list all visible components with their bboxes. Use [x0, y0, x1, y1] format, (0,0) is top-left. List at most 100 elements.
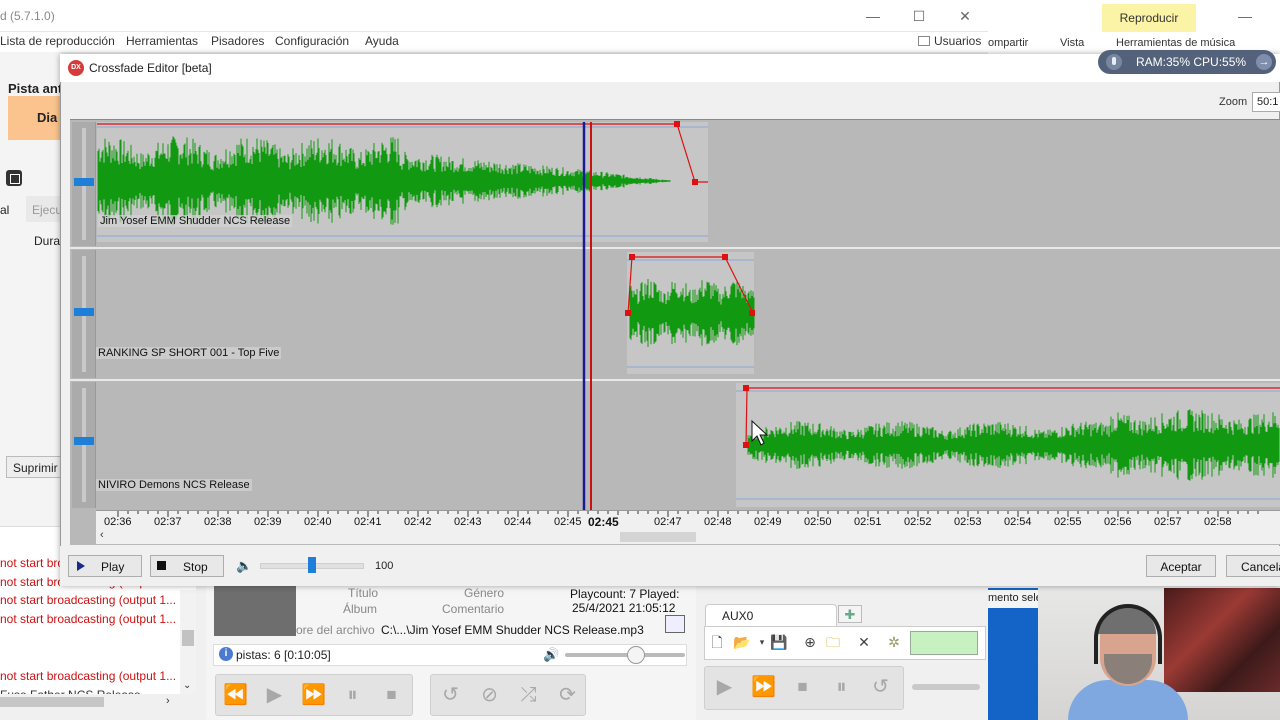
ribbon-tab-share[interactable]: ompartir	[988, 37, 1028, 49]
day-button[interactable]: Dia	[8, 96, 62, 140]
player-volume-knob[interactable]	[627, 646, 645, 664]
play-button-label: Play	[101, 560, 125, 574]
aux-stop-icon[interactable]: ⏹	[783, 667, 822, 707]
microphone-icon[interactable]	[1106, 54, 1122, 70]
aux-fast-forward-icon[interactable]: ⏩	[744, 667, 783, 707]
add-tab-icon[interactable]: ✚	[838, 605, 862, 623]
open-folder-icon[interactable]: 📂	[732, 632, 752, 652]
log-hscrollbar[interactable]	[0, 694, 180, 710]
ruler-tick-label: 02:58	[1204, 516, 1232, 528]
waveform-canvas[interactable]	[70, 119, 1280, 511]
cancel-button[interactable]: Cancela	[1226, 555, 1280, 577]
delete-button[interactable]: Suprimir	[6, 456, 64, 478]
ruler-tick-label: 02:37	[154, 516, 182, 528]
menu-playlist[interactable]: Lista de reproducción	[0, 34, 115, 48]
playcount-text: Playcount: 7 Played:	[570, 587, 680, 601]
user-icon	[918, 36, 930, 46]
tracks-count-text: pistas: 6 [0:10:05]	[236, 648, 331, 662]
users-button[interactable]: Usuarios	[918, 34, 981, 48]
ruler-tick-label: 02:38	[204, 516, 232, 528]
app-logo-icon: DX	[68, 60, 84, 76]
envelope-point[interactable]	[692, 179, 698, 185]
envelope-point[interactable]	[629, 254, 635, 260]
speaker-icon[interactable]: 🔈	[236, 558, 252, 574]
menu-help[interactable]: Ayuda	[365, 34, 399, 48]
stop-icon	[157, 561, 166, 570]
minimize-icon[interactable]: —	[862, 6, 884, 26]
stop-button[interactable]: Stop	[150, 555, 224, 577]
accept-button[interactable]: Aceptar	[1146, 555, 1216, 577]
ribbon-tab-view[interactable]: Vista	[1060, 37, 1084, 49]
ruler-tick-label: 02:50	[804, 516, 832, 528]
scrollbar-thumb[interactable]	[620, 532, 696, 542]
aux-volume-slider[interactable]	[912, 684, 980, 690]
ruler-tick-label: 02:40	[304, 516, 332, 528]
ruler-tick-label: 02:44	[504, 516, 532, 528]
chevron-left-icon[interactable]: ‹	[100, 529, 104, 541]
loop-icon[interactable]: ↺	[431, 675, 470, 715]
menu-jingles[interactable]: Pisadores	[211, 34, 264, 48]
aux-loop-icon[interactable]: ↺	[861, 667, 900, 707]
zoom-label: Zoom	[1219, 96, 1248, 108]
aux-transport: ▶ ⏩ ⏹ ⏸ ↺	[704, 666, 904, 710]
zoom-select[interactable]: 50:1	[1252, 92, 1280, 112]
main-transport: ⏪ ▶ ⏩ ⏸ ⏹	[215, 674, 413, 716]
menu-settings[interactable]: Configuración	[275, 34, 349, 48]
record-icon[interactable]	[6, 170, 22, 186]
settings-icon[interactable]: ✲	[884, 632, 904, 652]
webcam-overlay	[1038, 582, 1280, 720]
add-track-icon[interactable]: ⊕	[800, 632, 820, 652]
envelope-point[interactable]	[749, 310, 755, 316]
volume-slider-knob[interactable]	[308, 557, 316, 573]
chevron-down-icon[interactable]: ⌄	[183, 680, 191, 691]
add-folder-icon[interactable]: 🗀	[823, 632, 843, 652]
log-scrollbar[interactable]	[180, 590, 196, 694]
duration-column-header: Dura	[34, 234, 61, 248]
player-volume-slider[interactable]	[565, 653, 685, 657]
waveform-track-2	[629, 279, 755, 347]
envelope-point[interactable]	[674, 121, 680, 127]
aux-play-icon[interactable]: ▶	[705, 667, 744, 707]
rewind-icon[interactable]: ⏪	[216, 675, 255, 715]
waveform-path	[747, 409, 1280, 481]
clear-icon[interactable]: ✕	[854, 632, 874, 652]
ruler-tick-label: 02:57	[1154, 516, 1182, 528]
clip-label-track-3: NIVIRO Demons NCS Release	[96, 479, 252, 491]
envelope-point[interactable]	[625, 310, 631, 316]
volume-value: 100	[375, 560, 394, 572]
save-icon[interactable]: 💾	[769, 632, 789, 652]
envelope-point[interactable]	[743, 442, 749, 448]
arrow-right-icon[interactable]: →	[1256, 54, 1272, 70]
fast-forward-icon[interactable]: ⏩	[294, 675, 333, 715]
stop-icon[interactable]: ⏹	[372, 675, 411, 715]
main-title-bar	[0, 0, 988, 32]
clip-label-track-1: Jim Yosef EMM Shudder NCS Release	[98, 215, 293, 227]
tab-aux0[interactable]: AUX0	[705, 604, 837, 626]
play-button[interactable]: Play	[68, 555, 142, 577]
menu-tools[interactable]: Herramientas	[126, 34, 198, 48]
chevron-right-icon[interactable]: ›	[166, 695, 170, 707]
disable-icon[interactable]: ⊘	[470, 675, 509, 715]
shuffle-icon[interactable]: ⤮	[509, 675, 548, 715]
play-icon[interactable]: ▶	[255, 675, 294, 715]
close-icon[interactable]: ✕	[954, 6, 976, 26]
ribbon-tab-music-tools[interactable]: Herramientas de música	[1116, 37, 1235, 49]
export-button[interactable]	[665, 615, 685, 633]
ruler-tick-label: 02:48	[704, 516, 732, 528]
log-line: not start broadcasting (output 1...	[0, 593, 177, 607]
ribbon-minimize-icon[interactable]: —	[1234, 6, 1256, 26]
tab-general[interactable]: al	[0, 203, 9, 217]
volume-icon[interactable]: 🔊	[543, 647, 559, 663]
maximize-icon[interactable]: ☐	[908, 6, 930, 26]
timeline-hscrollbar[interactable]	[96, 530, 1280, 544]
resource-monitor: RAM:35% CPU:55% →	[1098, 50, 1276, 74]
envelope-point[interactable]	[722, 254, 728, 260]
clip-label-track-2: RANKING SP SHORT 001 - Top Five	[96, 347, 282, 359]
repeat-icon[interactable]: ⟳	[548, 675, 587, 715]
pause-icon[interactable]: ⏸	[333, 675, 372, 715]
envelope-point[interactable]	[743, 385, 749, 391]
new-file-icon[interactable]: 🗋	[707, 632, 727, 652]
log-line: not start broadcasting (output 1...	[0, 669, 177, 683]
aux-pause-icon[interactable]: ⏸	[822, 667, 861, 707]
ribbon-play-tab[interactable]: Reproducir	[1102, 4, 1196, 32]
